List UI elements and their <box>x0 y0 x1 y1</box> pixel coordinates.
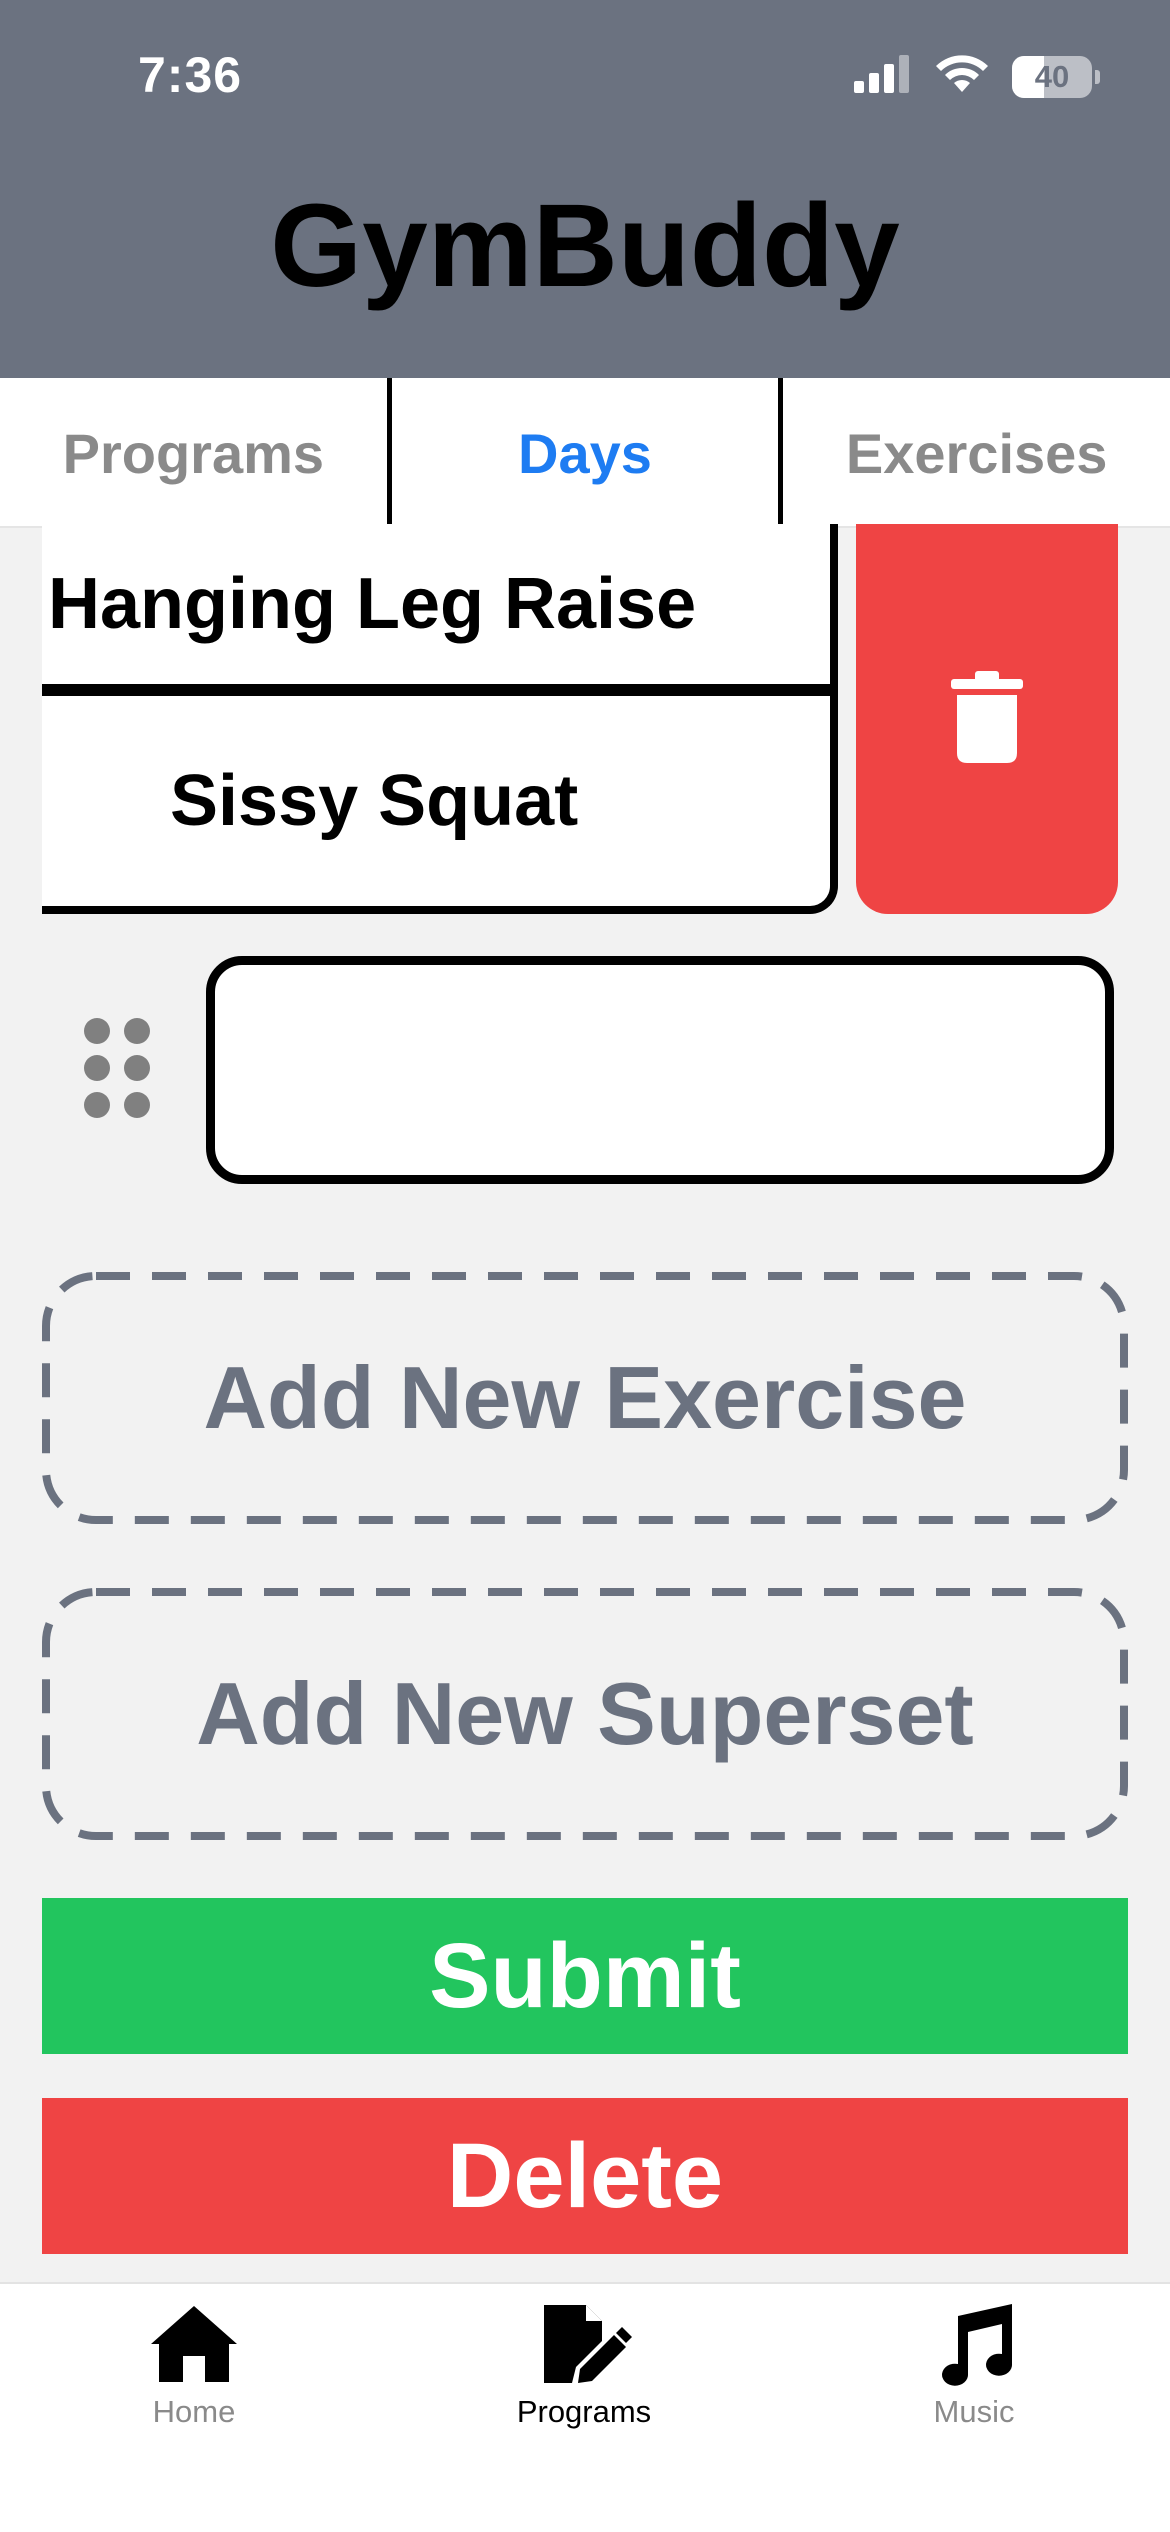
exercise-name-input[interactable] <box>206 956 1114 1184</box>
trash-icon <box>951 670 1023 768</box>
battery-level: 40 <box>1034 58 1070 94</box>
delete-day-button[interactable]: Delete <box>42 2098 1128 2254</box>
tab-days[interactable]: Days <box>392 378 779 528</box>
exercise-item[interactable]: Hanging Leg Raise <box>42 524 830 684</box>
music-icon <box>926 2300 1022 2388</box>
top-tabs: Programs Days Exercises <box>0 378 1170 528</box>
add-superset-button[interactable]: Add New Superset <box>42 1588 1128 1840</box>
status-time: 7:36 <box>138 47 243 103</box>
tab-programs[interactable]: Programs <box>0 378 387 528</box>
nav-programs-label: Programs <box>516 2394 652 2429</box>
exercise-item[interactable]: Sissy Squat <box>42 696 830 906</box>
superset-card[interactable]: Hanging Leg Raise Sissy Squat <box>42 524 838 914</box>
tab-exercises[interactable]: Exercises <box>783 378 1170 528</box>
wifi-icon <box>934 54 990 99</box>
nav-music-label: Music <box>933 2394 1015 2429</box>
nav-programs[interactable]: Programs <box>434 2300 734 2430</box>
exercise-divider <box>42 684 830 696</box>
home-icon <box>146 2300 242 2388</box>
edit-icon <box>536 2300 632 2388</box>
delete-superset-button[interactable] <box>856 524 1118 914</box>
nav-music[interactable]: Music <box>824 2300 1124 2430</box>
nav-home-label: Home <box>152 2394 236 2429</box>
submit-button[interactable]: Submit <box>42 1898 1128 2054</box>
battery-indicator: 40 <box>1012 55 1100 98</box>
add-exercise-label: Add New Exercise <box>203 1348 967 1447</box>
bottom-tab-bar: Home Programs Music <box>0 2282 1170 2532</box>
add-exercise-button[interactable]: Add New Exercise <box>42 1272 1128 1524</box>
app-title: GymBuddy <box>270 180 900 312</box>
nav-home[interactable]: Home <box>44 2300 344 2430</box>
status-icons: 40 <box>854 54 1100 99</box>
signal-icon <box>854 55 912 98</box>
app-header: 7:36 40 GymBuddy <box>0 0 1170 378</box>
drag-handle-icon[interactable] <box>84 1018 152 1122</box>
add-superset-label: Add New Superset <box>196 1664 974 1763</box>
